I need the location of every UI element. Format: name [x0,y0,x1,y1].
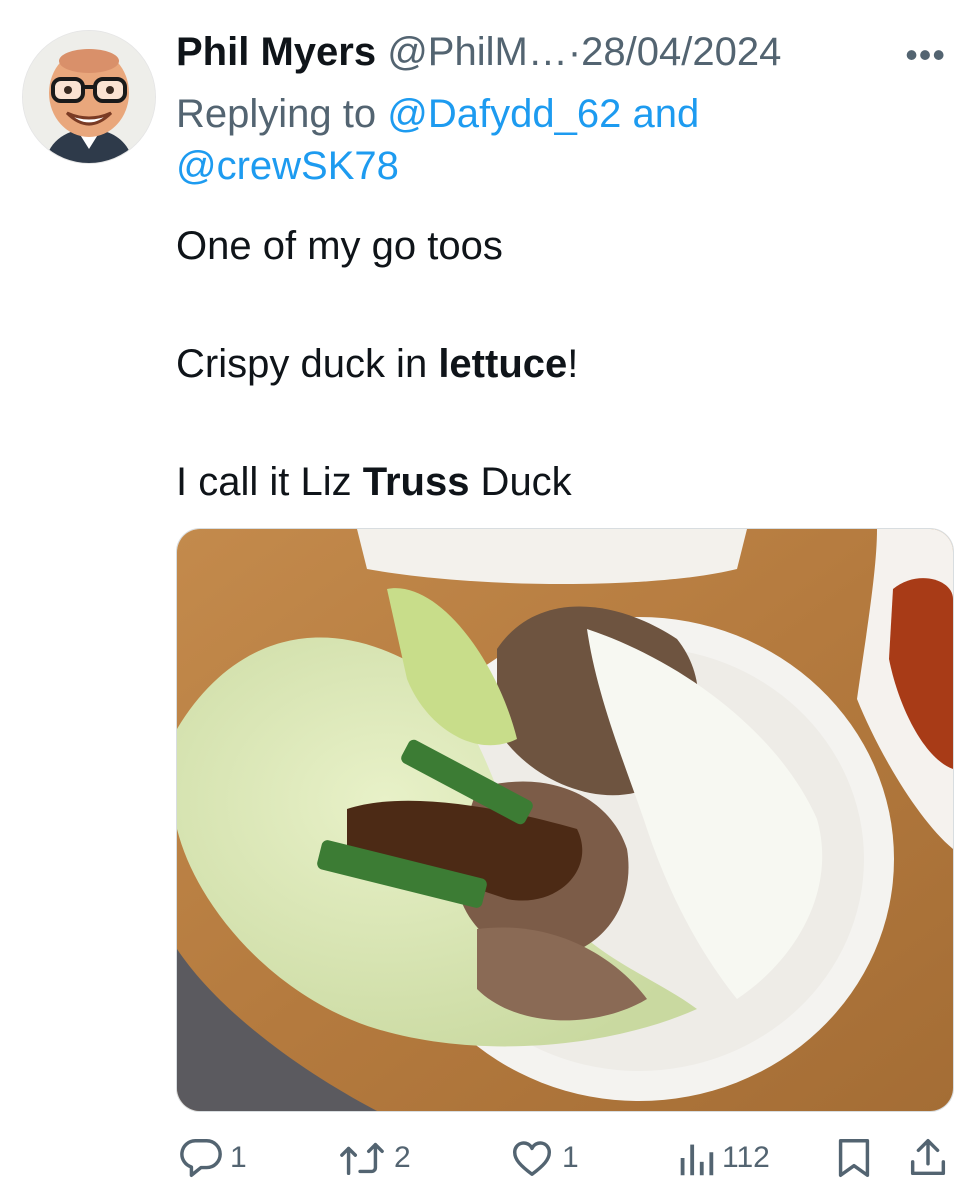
reply-button[interactable]: 1 [178,1128,247,1188]
like-count: 1 [562,1141,579,1174]
food-image [177,529,953,1111]
separator-dot: · [567,30,582,74]
share-button[interactable] [906,1128,950,1188]
views-count: 112 [722,1141,770,1174]
retweet-icon [340,1142,384,1176]
author-name[interactable]: Phil Myers [176,30,376,74]
bookmark-icon [838,1139,870,1177]
retweet-button[interactable]: 2 [336,1128,411,1188]
more-icon[interactable]: ••• [905,34,946,76]
reply-and: and [632,92,700,136]
replying-to: Replying to @Dafydd_62 and @crewSK78 [176,88,896,192]
views-button[interactable]: 112 [676,1128,770,1188]
tweet-line-2: Crispy duck in lettuce! [176,342,579,386]
share-icon [910,1139,946,1176]
reply-mention-2[interactable]: @crewSK78 [176,144,399,188]
replying-label: Replying to [176,92,377,136]
bookmark-button[interactable] [834,1128,874,1188]
views-icon [680,1144,714,1176]
like-icon [513,1141,551,1177]
reply-mention-1[interactable]: @Dafydd_62 [387,92,621,136]
action-bar: 1 2 1 112 [0,1128,976,1188]
tweet-date[interactable]: 28/04/2024 [581,30,781,74]
like-button[interactable]: 1 [508,1128,579,1188]
retweet-count: 2 [394,1141,411,1174]
tweet-line-1: One of my go toos [176,224,503,268]
tweet-line-3: I call it Liz Truss Duck [176,460,572,504]
author-handle[interactable]: @PhilM… [387,30,568,74]
reply-count: 1 [230,1141,247,1174]
avatar-image [23,31,155,163]
tweet-header: Phil Myers @PhilM…·28/04/2024 [176,26,781,78]
avatar[interactable] [22,30,156,164]
reply-icon [180,1139,222,1177]
tweet-photo[interactable] [176,528,954,1112]
tweet-text: One of my go toos Crispy duck in lettuce… [176,220,936,508]
